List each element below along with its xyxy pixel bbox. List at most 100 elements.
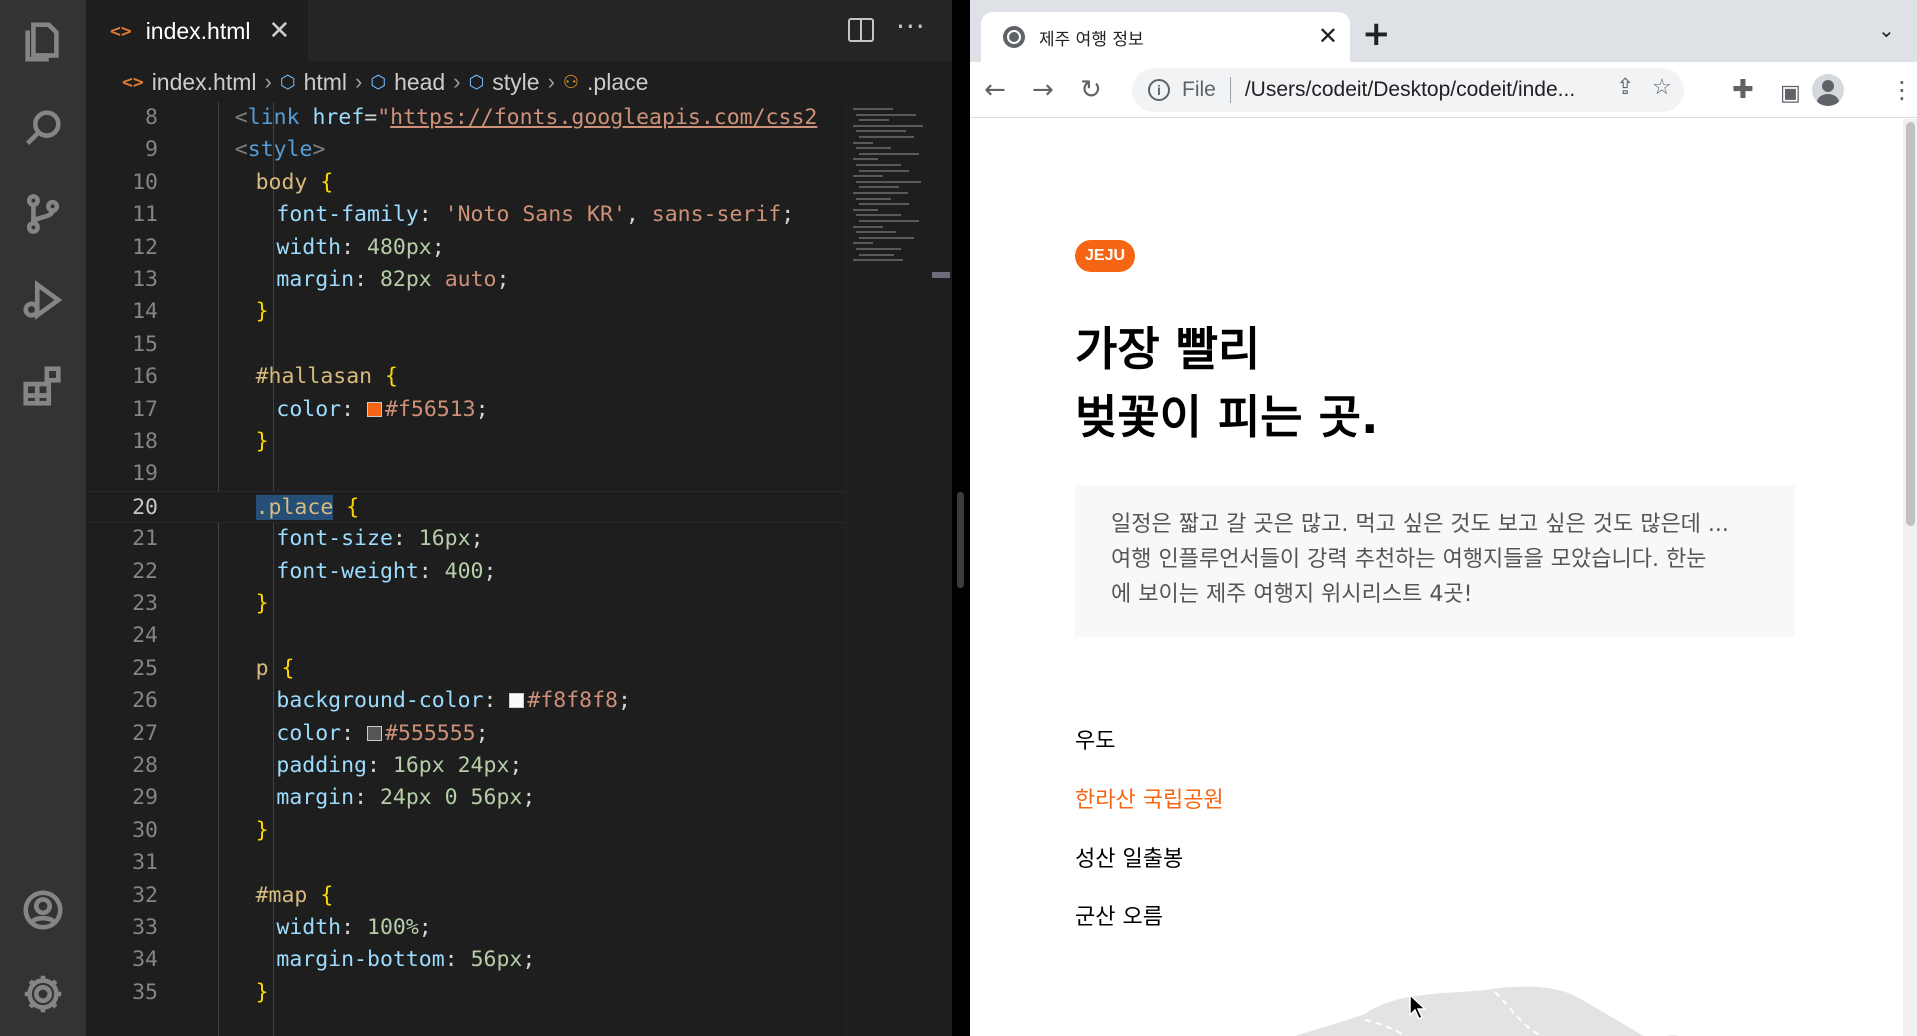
color-swatch-icon[interactable] — [367, 401, 383, 417]
editor-scrollbar[interactable] — [930, 102, 952, 1036]
minimap-line — [856, 164, 901, 166]
side-panel-icon[interactable]: ▣ — [1780, 76, 1801, 112]
line-number: 19 — [132, 461, 158, 487]
minimap-line — [853, 124, 923, 127]
page-scrollbar-thumb[interactable] — [1906, 122, 1915, 526]
code-line[interactable]: 15 — [86, 329, 846, 361]
code-line[interactable]: 26 background-color: #f8f8f8; — [86, 685, 846, 717]
breadcrumb-item-place[interactable]: ⚇ .place — [563, 69, 649, 96]
tab-search-chevron-icon[interactable]: ⌄ — [1878, 18, 1895, 42]
globe-icon — [1003, 26, 1025, 48]
close-tab-icon[interactable]: ✕ — [1318, 22, 1338, 50]
code-text: } — [255, 979, 269, 1005]
code-line[interactable]: 8 <link href="https://fonts.googleapis.co… — [86, 102, 846, 134]
code-line[interactable]: 22 font-weight: 400; — [86, 556, 846, 588]
minimap-line — [856, 214, 901, 217]
breadcrumb-label: head — [394, 68, 446, 95]
jeju-badge: JEJU — [1075, 240, 1136, 272]
line-number: 15 — [132, 331, 158, 357]
code-line[interactable]: 13 margin: 82px auto; — [86, 264, 846, 296]
breadcrumb-item-head[interactable]: ⬡ head — [370, 69, 445, 96]
minimap-line — [853, 192, 908, 194]
share-icon[interactable]: ⇪ — [1616, 74, 1634, 100]
code-line[interactable]: 19 — [86, 458, 846, 490]
code-line[interactable]: 24 — [86, 620, 846, 652]
line-number: 9 — [145, 137, 158, 163]
kebab-menu-icon[interactable]: ⋮ — [1890, 72, 1914, 108]
search-icon[interactable] — [19, 104, 67, 152]
split-editor-icon[interactable] — [848, 18, 874, 42]
close-icon[interactable]: ✕ — [269, 18, 291, 44]
chevron-right-icon: › — [453, 69, 461, 94]
accounts-icon[interactable] — [19, 886, 67, 934]
code-text: .place { — [255, 494, 360, 520]
code-line[interactable]: 30} — [86, 815, 846, 847]
code-line[interactable]: 31 — [86, 847, 846, 879]
code-line[interactable]: 20 .place { — [86, 490, 846, 524]
intro-line: 에 보이는 제주 여행지 위시리스트 4곳! — [1111, 582, 1473, 607]
code-line[interactable]: 33 width: 100%; — [86, 912, 846, 944]
color-swatch-icon[interactable] — [509, 693, 525, 709]
breadcrumb-item-html[interactable]: ⬡ html — [280, 69, 347, 96]
explorer-icon[interactable] — [19, 18, 67, 66]
minimap-line — [853, 242, 873, 245]
code-text: margin: 82px auto; — [276, 267, 510, 292]
browser-tab-strip: 제주 여행 정보 ✕ + ⌄ — [970, 0, 1917, 62]
tag-icon: ⬡ — [468, 71, 485, 92]
screen: <> index.html ✕ ··· <> index.html › ⬡ html… — [0, 0, 1917, 1036]
code-line[interactable]: 23} — [86, 588, 846, 620]
editor-area: <> index.html ✕ ··· <> index.html › ⬡ html… — [86, 0, 952, 1036]
html-file-icon: <> — [122, 71, 144, 93]
reload-icon[interactable]: ↻ — [1080, 72, 1102, 108]
minimap-line — [859, 119, 889, 122]
split-handle[interactable] — [957, 492, 964, 588]
source-control-icon[interactable] — [19, 190, 67, 238]
line-number: 30 — [132, 817, 158, 843]
minimap[interactable] — [846, 102, 930, 1036]
profile-avatar[interactable] — [1812, 74, 1844, 106]
code-line[interactable]: 12 width: 480px; — [86, 232, 846, 264]
run-debug-icon[interactable] — [19, 276, 67, 324]
line-number: 24 — [132, 623, 158, 649]
breadcrumb-item-style[interactable]: ⬡ style — [469, 69, 540, 96]
bookmark-star-icon[interactable]: ☆ — [1652, 74, 1672, 100]
color-swatch-icon[interactable] — [367, 725, 383, 741]
info-icon[interactable]: i — [1148, 79, 1170, 101]
more-actions-icon[interactable]: ··· — [896, 10, 926, 43]
code-line[interactable]: 35} — [86, 977, 846, 1009]
settings-gear-icon[interactable] — [19, 970, 67, 1018]
extensions-puzzle-icon[interactable]: ✚ — [1732, 72, 1754, 108]
intro-paragraph: 일정은 짧고 갈 곳은 많고. 먹고 싶은 것도 보고 싶은 것도 많은데 ..… — [1075, 485, 1795, 637]
code-line[interactable]: 34 margin-bottom: 56px; — [86, 944, 846, 976]
code-line[interactable]: 18} — [86, 426, 846, 458]
extensions-icon[interactable] — [19, 362, 67, 410]
code-text: } — [255, 429, 269, 454]
code-line[interactable]: 21 font-size: 16px; — [86, 523, 846, 555]
line-number: 34 — [132, 947, 158, 973]
minimap-line — [859, 169, 909, 172]
code-editor[interactable]: 8 <link href="https://fonts.googleapis.co… — [86, 102, 846, 1036]
browser-tab[interactable]: 제주 여행 정보 ✕ — [981, 12, 1350, 62]
new-tab-button[interactable]: + — [1362, 14, 1391, 54]
code-line[interactable]: 17 color: #f56513; — [86, 394, 846, 426]
code-line[interactable]: 29 margin: 24px 0 56px; — [86, 782, 846, 814]
code-line[interactable]: 11 font-family: 'Noto Sans KR', sans-seri… — [86, 199, 846, 231]
code-line[interactable]: 14} — [86, 296, 846, 328]
code-line[interactable]: 16 #hallasan { — [86, 361, 846, 393]
intro-line: 일정은 짧고 갈 곳은 많고. 먹고 싶은 것도 보고 싶은 것도 많은데 ..… — [1111, 512, 1729, 537]
breadcrumb-item-file[interactable]: <> index.html — [122, 69, 257, 96]
address-bar[interactable]: i File /Users/codeit/Desktop/codeit/inde… — [1132, 68, 1684, 112]
code-line[interactable]: 27 color: #555555; — [86, 718, 846, 750]
code-line[interactable]: 25 p { — [86, 653, 846, 685]
code-line[interactable]: 9 <style> — [86, 134, 846, 166]
place-seongsan: 성산 일출봉 — [1075, 847, 1184, 872]
code-line[interactable]: 28 padding: 16px 24px; — [86, 750, 846, 782]
code-line[interactable]: 10 body { — [86, 167, 846, 199]
address-divider — [1229, 77, 1231, 103]
tag-icon: ⬡ — [370, 71, 387, 92]
tab-index-html[interactable]: <> index.html ✕ — [86, 0, 308, 62]
code-text: padding: 16px 24px; — [276, 753, 523, 778]
back-arrow-icon[interactable]: ← — [984, 72, 1006, 108]
forward-arrow-icon[interactable]: → — [1032, 72, 1054, 108]
code-line[interactable]: 32 #map { — [86, 880, 846, 912]
